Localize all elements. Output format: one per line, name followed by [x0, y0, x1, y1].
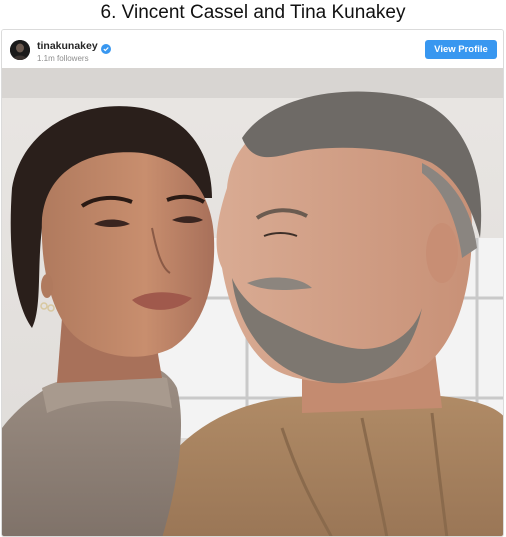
verified-badge-icon — [100, 41, 111, 54]
post-photo[interactable] — [2, 68, 503, 536]
embed-header: tinakunakey 1.1m followers View Profile — [2, 30, 503, 68]
view-profile-button[interactable]: View Profile — [425, 40, 497, 59]
username-link[interactable]: tinakunakey — [37, 40, 98, 52]
user-block: tinakunakey 1.1m followers — [37, 40, 111, 64]
avatar[interactable] — [10, 40, 30, 60]
article-heading: 6. Vincent Cassel and Tina Kunakey — [100, 2, 406, 23]
instagram-embed: tinakunakey 1.1m followers View Profile — [1, 29, 504, 537]
follower-count: 1.1m followers — [37, 54, 89, 63]
